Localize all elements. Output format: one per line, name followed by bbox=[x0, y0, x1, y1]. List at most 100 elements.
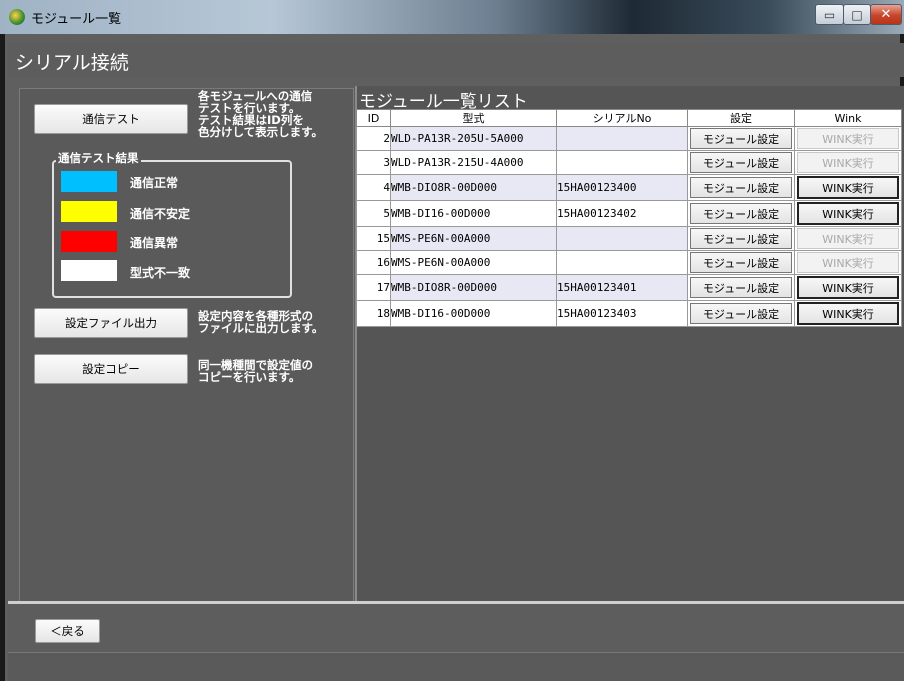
wink-button[interactable]: WINK実行 bbox=[797, 276, 899, 299]
legend-label-mismatch: 型式不一致 bbox=[130, 266, 191, 280]
cell-serial bbox=[556, 126, 688, 151]
cell-setting: モジュール設定 bbox=[687, 250, 795, 275]
back-button[interactable]: ＜戻る bbox=[35, 619, 100, 643]
legend-title: 通信テスト結果 bbox=[56, 150, 141, 166]
cell-wink: WINK実行 bbox=[794, 274, 902, 301]
module-setting-button[interactable]: モジュール設定 bbox=[690, 177, 792, 198]
legend-swatch-error bbox=[61, 231, 117, 252]
footer-bar bbox=[8, 604, 904, 652]
cell-serial: 15HA00123401 bbox=[556, 274, 688, 301]
cell-serial: 15HA00123400 bbox=[556, 174, 688, 201]
cell-model: WMS-PE6N-00A000 bbox=[390, 250, 557, 275]
cell-wink: WINK実行 bbox=[794, 126, 902, 151]
legend-swatch-unstable bbox=[61, 201, 117, 222]
wink-button[interactable]: WINK実行 bbox=[797, 176, 899, 199]
column-header-id[interactable]: ID bbox=[356, 109, 391, 127]
export-settings-description: 設定内容を各種形式の ファイルに出力します。 bbox=[198, 309, 324, 335]
cell-wink: WINK実行 bbox=[794, 250, 902, 275]
cell-setting: モジュール設定 bbox=[687, 274, 795, 301]
module-setting-button[interactable]: モジュール設定 bbox=[690, 303, 792, 324]
module-setting-button[interactable]: モジュール設定 bbox=[690, 228, 792, 249]
cell-id: 18 bbox=[356, 300, 391, 327]
cell-model: WMB-DIO8R-00D000 bbox=[390, 174, 557, 201]
legend-swatch-mismatch bbox=[61, 260, 117, 281]
module-setting-button[interactable]: モジュール設定 bbox=[690, 128, 792, 149]
close-button[interactable]: ✕ bbox=[870, 4, 902, 25]
table-row[interactable]: 4 WMB-DIO8R-00D000 15HA00123400 モジュール設定 WINK… bbox=[356, 174, 902, 201]
cell-model: WMS-PE6N-00A000 bbox=[390, 226, 557, 251]
cell-setting: モジュール設定 bbox=[687, 150, 795, 175]
cell-id: 3 bbox=[356, 150, 391, 175]
copy-settings-button[interactable]: 設定コピー bbox=[34, 354, 188, 384]
table-row[interactable]: 18 WMB-DI16-00D000 15HA00123403 モジュール設定 WINK… bbox=[356, 300, 902, 327]
cell-serial bbox=[556, 226, 688, 251]
cell-serial: 15HA00123402 bbox=[556, 200, 688, 227]
minimize-button[interactable]: ▭ bbox=[815, 4, 844, 25]
page-title: シリアル接続 bbox=[15, 52, 129, 74]
cell-id: 15 bbox=[356, 226, 391, 251]
table-row[interactable]: 17 WMB-DIO8R-00D000 15HA00123401 モジュール設定 WIN… bbox=[356, 274, 902, 301]
column-header-setting[interactable]: 設定 bbox=[687, 109, 795, 127]
module-setting-button[interactable]: モジュール設定 bbox=[690, 252, 792, 273]
cell-wink: WINK実行 bbox=[794, 226, 902, 251]
cell-id: 5 bbox=[356, 200, 391, 227]
legend-swatch-normal bbox=[61, 171, 117, 192]
cell-id: 2 bbox=[356, 126, 391, 151]
cell-serial bbox=[556, 150, 688, 175]
wink-button: WINK実行 bbox=[797, 228, 899, 249]
copy-settings-description: 同一機種間で設定値の コピーを行います。 bbox=[198, 358, 313, 384]
maximize-icon: □ bbox=[851, 7, 863, 22]
cell-wink: WINK実行 bbox=[794, 200, 902, 227]
wink-button[interactable]: WINK実行 bbox=[797, 202, 899, 225]
column-header-serial[interactable]: シリアルNo bbox=[556, 109, 688, 127]
module-setting-button[interactable]: モジュール設定 bbox=[690, 152, 792, 173]
cell-model: WMB-DI16-00D000 bbox=[390, 200, 557, 227]
app-icon bbox=[9, 9, 25, 25]
table-row[interactable]: 15 WMS-PE6N-00A000 モジュール設定 WINK実行 bbox=[356, 226, 902, 251]
table-row[interactable]: 5 WMB-DI16-00D000 15HA00123402 モジュール設定 WINK実… bbox=[356, 200, 902, 227]
cell-serial bbox=[556, 250, 688, 275]
export-settings-button[interactable]: 設定ファイル出力 bbox=[34, 308, 188, 338]
cell-wink: WINK実行 bbox=[794, 300, 902, 327]
wink-button: WINK実行 bbox=[797, 252, 899, 273]
column-header-model[interactable]: 型式 bbox=[390, 109, 557, 127]
table-row[interactable]: 3 WLD-PA13R-215U-4A000 モジュール設定 WINK実行 bbox=[356, 150, 902, 175]
legend-label-normal: 通信正常 bbox=[130, 176, 179, 190]
legend-label-unstable: 通信不安定 bbox=[130, 207, 191, 221]
cell-id: 4 bbox=[356, 174, 391, 201]
module-setting-button[interactable]: モジュール設定 bbox=[690, 203, 792, 224]
table-row[interactable]: 2 WLD-PA13R-205U-5A000 モジュール設定 WINK実行 bbox=[356, 126, 902, 151]
cell-id: 16 bbox=[356, 250, 391, 275]
cell-setting: モジュール設定 bbox=[687, 226, 795, 251]
comm-test-description: 各モジュールへの通信 テストを行います。 テスト結果はID列を 色分けして表示し… bbox=[198, 89, 324, 139]
status-bar bbox=[8, 652, 904, 681]
cell-wink: WINK実行 bbox=[794, 174, 902, 201]
window-title: モジュール一覧 bbox=[31, 12, 122, 27]
table-header-row: ID 型式 シリアルNo 設定 Wink bbox=[356, 109, 902, 127]
module-table: ID 型式 シリアルNo 設定 Wink 2 WLD-PA13R-205U-5A0… bbox=[356, 109, 902, 327]
cell-model: WMB-DI16-00D000 bbox=[390, 300, 557, 327]
maximize-button[interactable]: □ bbox=[843, 4, 871, 25]
cell-model: WMB-DIO8R-00D000 bbox=[390, 274, 557, 301]
wink-button[interactable]: WINK実行 bbox=[797, 302, 899, 325]
minimize-icon: ▭ bbox=[823, 7, 836, 22]
table-row[interactable]: 16 WMS-PE6N-00A000 モジュール設定 WINK実行 bbox=[356, 250, 902, 275]
cell-setting: モジュール設定 bbox=[687, 300, 795, 327]
cell-id: 17 bbox=[356, 274, 391, 301]
module-setting-button[interactable]: モジュール設定 bbox=[690, 277, 792, 298]
cell-wink: WINK実行 bbox=[794, 150, 902, 175]
page-header: シリアル接続 bbox=[8, 43, 904, 77]
cell-setting: モジュール設定 bbox=[687, 200, 795, 227]
cell-serial: 15HA00123403 bbox=[556, 300, 688, 327]
close-icon: ✕ bbox=[880, 7, 892, 22]
cell-setting: モジュール設定 bbox=[687, 126, 795, 151]
wink-button: WINK実行 bbox=[797, 152, 899, 173]
comm-test-button[interactable]: 通信テスト bbox=[34, 104, 188, 134]
cell-model: WLD-PA13R-215U-4A000 bbox=[390, 150, 557, 175]
cell-model: WLD-PA13R-205U-5A000 bbox=[390, 126, 557, 151]
legend-label-error: 通信異常 bbox=[130, 236, 179, 250]
cell-setting: モジュール設定 bbox=[687, 174, 795, 201]
wink-button: WINK実行 bbox=[797, 128, 899, 149]
column-header-wink[interactable]: Wink bbox=[794, 109, 902, 127]
title-bar: モジュール一覧 ▭ □ ✕ bbox=[0, 0, 904, 34]
